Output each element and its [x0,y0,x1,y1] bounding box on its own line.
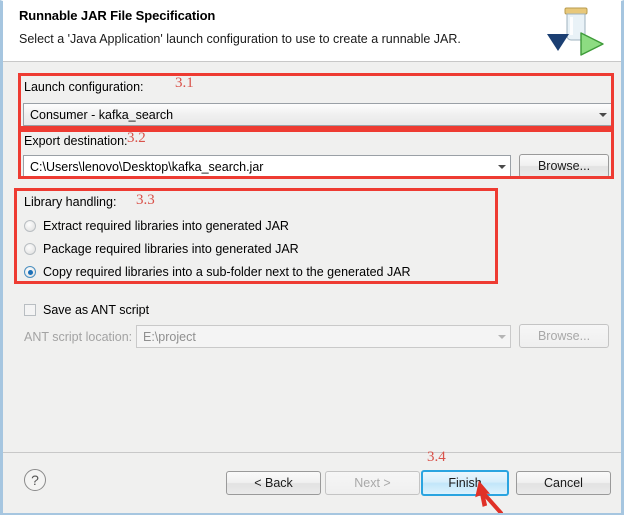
save-as-ant-script-label: Save as ANT script [43,303,150,317]
browse-ant-location-button[interactable]: Browse... [519,324,609,348]
export-destination-value: C:\Users\lenovo\Desktop\kafka_search.jar [30,159,264,174]
launch-configuration-label: Launch configuration: [24,80,144,94]
dialog-body: Launch configuration: 3.1 Consumer - kaf… [3,62,621,452]
export-destination-label: Export destination: [24,134,128,148]
radio-package-icon[interactable] [24,243,36,255]
jar-export-icon [545,3,607,60]
checkbox-icon[interactable] [24,304,36,316]
annotation-3-1: 3.1 [175,75,194,91]
library-option-package[interactable]: Package required libraries into generate… [24,242,299,256]
library-option-extract-label: Extract required libraries into generate… [43,219,289,233]
runnable-jar-export-dialog: Runnable JAR File Specification Select a… [0,0,624,515]
annotation-3-3: 3.3 [136,192,155,208]
ant-script-location-value: E:\project [143,329,196,344]
export-destination-combo[interactable]: C:\Users\lenovo\Desktop\kafka_search.jar [23,155,511,178]
library-handling-label: Library handling: [24,195,117,209]
chevron-down-icon[interactable] [594,104,611,125]
chevron-down-icon[interactable] [493,156,510,177]
cancel-button[interactable]: Cancel [516,471,611,495]
radio-extract-icon[interactable] [24,220,36,232]
page-title: Runnable JAR File Specification [19,8,216,23]
library-option-copy[interactable]: Copy required libraries into a sub-folde… [24,265,411,279]
browse-destination-button[interactable]: Browse... [519,154,609,178]
library-option-package-label: Package required libraries into generate… [43,242,299,256]
next-button[interactable]: Next > [325,471,420,495]
save-as-ant-script-checkbox[interactable]: Save as ANT script [24,303,149,317]
back-button[interactable]: < Back [226,471,321,495]
chevron-down-icon[interactable] [493,326,510,347]
library-option-copy-label: Copy required libraries into a sub-folde… [43,265,411,279]
launch-configuration-value: Consumer - kafka_search [30,107,174,122]
dialog-footer: ? 3.4 < Back Next > Finish Cancel [3,449,621,513]
radio-copy-icon[interactable] [24,266,36,278]
library-option-extract[interactable]: Extract required libraries into generate… [24,219,289,233]
launch-configuration-combo[interactable]: Consumer - kafka_search [23,103,612,126]
help-icon[interactable]: ? [24,469,46,491]
annotation-arrow-finish [471,479,511,515]
dialog-header: Runnable JAR File Specification Select a… [3,1,621,62]
ant-script-location-combo[interactable]: E:\project [136,325,511,348]
annotation-3-4: 3.4 [427,449,446,465]
ant-script-location-label: ANT script location: [24,330,133,344]
page-description: Select a 'Java Application' launch confi… [19,32,461,46]
annotation-3-2: 3.2 [127,130,146,146]
